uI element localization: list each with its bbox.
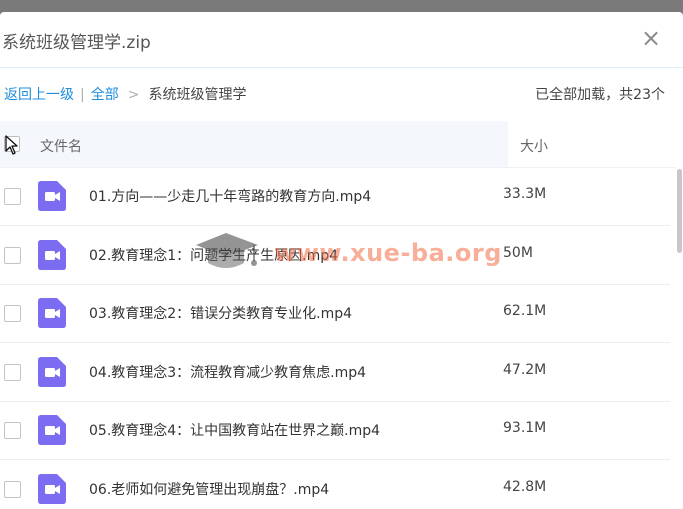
row-checkbox[interactable] xyxy=(4,363,21,381)
breadcrumb-arrow: > xyxy=(127,87,140,103)
video-file-icon xyxy=(38,415,66,445)
row-checkbox[interactable] xyxy=(4,246,21,264)
column-size-label: 大小 xyxy=(520,139,548,155)
file-size: 42.8M xyxy=(503,478,547,495)
file-size: 93.1M xyxy=(503,420,547,436)
mouse-pointer-icon xyxy=(5,135,18,155)
file-row[interactable]: 01.方向——少走几十年弯路的教育方向.mp4 33.3M xyxy=(0,167,670,226)
file-name[interactable]: 06.老师如何避免管理出现崩盘？.mp4 xyxy=(89,479,329,499)
video-file-icon xyxy=(38,356,66,387)
column-name-label: 文件名 xyxy=(40,139,82,155)
size-column-header: 大小 xyxy=(508,121,683,167)
dialog-title: 系统班级管理学.zip xyxy=(2,33,151,53)
file-name[interactable]: 04.教育理念3：流程教育减少教育焦虑.mp4 xyxy=(89,362,366,382)
load-status: 已全部加载，共23个 xyxy=(535,87,665,103)
row-checkbox[interactable] xyxy=(4,305,21,322)
file-row[interactable]: 02.教育理念1：问题学生产生原因.mp4 50M xyxy=(0,226,670,285)
dialog-title-bar: 系统班级管理学.zip × xyxy=(0,12,683,68)
breadcrumb: 返回上一级 | 全部 > 系统班级管理学 xyxy=(4,84,246,104)
video-file-icon xyxy=(38,181,66,211)
row-checkbox[interactable] xyxy=(4,480,21,498)
video-file-icon xyxy=(38,473,66,504)
file-name[interactable]: 02.教育理念1：问题学生产生原因.mp4 xyxy=(89,245,338,265)
breadcrumb-divider: | xyxy=(80,87,85,103)
file-size: 33.3M xyxy=(503,186,547,202)
table-header: 文件名 大小 xyxy=(0,121,683,168)
window-top-bar xyxy=(0,0,683,12)
scrollbar-thumb[interactable] xyxy=(677,169,682,253)
file-row[interactable]: 03.教育理念2：错误分类教育专业化.mp4 62.1M xyxy=(0,284,670,343)
file-size: 47.2M xyxy=(503,361,547,378)
name-column-header: 文件名 xyxy=(0,121,508,167)
file-name[interactable]: 05.教育理念4：让中国教育站在世界之巅.mp4 xyxy=(89,420,380,440)
scrollbar[interactable] xyxy=(676,167,683,509)
close-icon[interactable]: × xyxy=(639,26,663,50)
all-link[interactable]: 全部 xyxy=(91,87,119,103)
file-size: 50M xyxy=(503,244,533,261)
file-size: 62.1M xyxy=(503,303,547,319)
file-row[interactable]: 05.教育理念4：让中国教育站在世界之巅.mp4 93.1M xyxy=(0,401,670,460)
back-link[interactable]: 返回上一级 xyxy=(4,87,74,103)
video-file-icon xyxy=(38,298,66,328)
zip-preview-dialog: 系统班级管理学.zip × 返回上一级 | 全部 > 系统班级管理学 已全部加载，共23… xyxy=(0,12,683,509)
breadcrumb-current: 系统班级管理学 xyxy=(148,87,247,103)
row-checkbox[interactable] xyxy=(4,188,21,205)
file-row[interactable]: 06.老师如何避免管理出现崩盘？.mp4 42.8M xyxy=(0,460,670,509)
file-name[interactable]: 01.方向——少走几十年弯路的教育方向.mp4 xyxy=(89,186,371,206)
video-file-icon xyxy=(38,239,66,270)
file-name[interactable]: 03.教育理念2：错误分类教育专业化.mp4 xyxy=(89,303,352,323)
file-row[interactable]: 04.教育理念3：流程教育减少教育焦虑.mp4 47.2M xyxy=(0,343,670,402)
row-checkbox[interactable] xyxy=(4,422,21,439)
